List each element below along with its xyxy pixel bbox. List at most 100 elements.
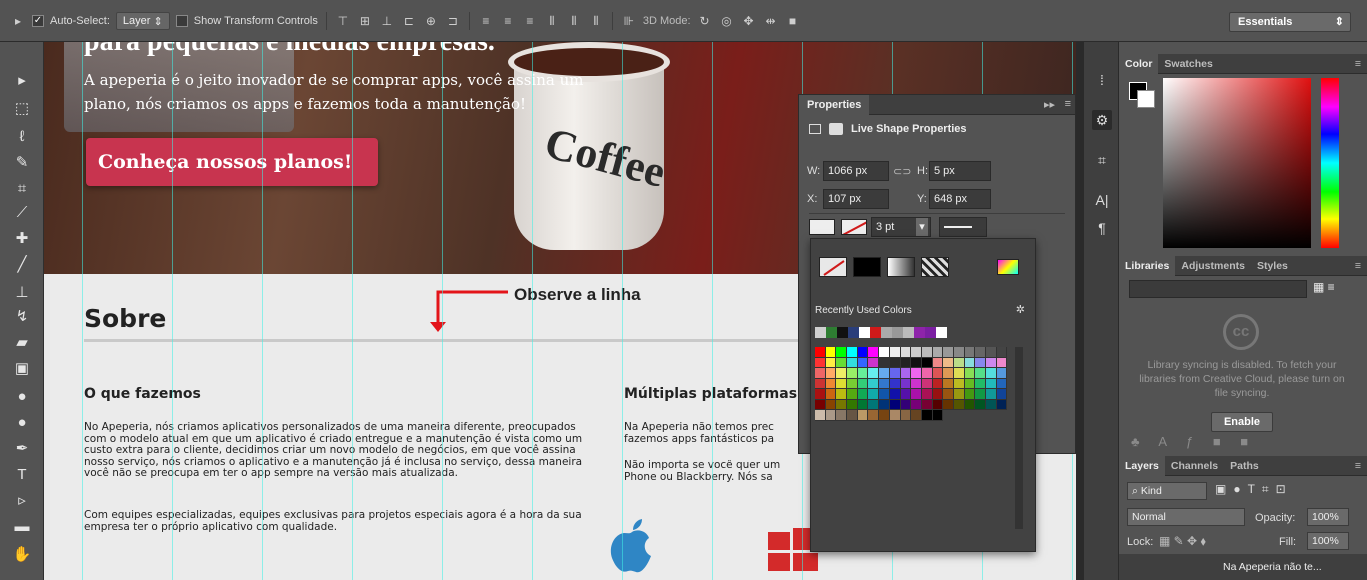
marquee-tool-icon[interactable]: ⬚ xyxy=(10,98,34,120)
stroke-type-dropdown[interactable] xyxy=(939,217,987,237)
color-swatch[interactable] xyxy=(857,357,869,368)
auto-align-icon[interactable]: ⊪ xyxy=(621,14,637,28)
background-color[interactable] xyxy=(1137,90,1155,108)
color-swatch[interactable] xyxy=(889,347,901,358)
color-swatch[interactable] xyxy=(836,399,848,410)
color-swatch[interactable] xyxy=(996,378,1008,389)
color-swatch[interactable] xyxy=(996,399,1008,410)
color-swatch[interactable] xyxy=(889,368,901,379)
color-swatch[interactable] xyxy=(836,410,848,421)
align-left-icon[interactable]: ⊏ xyxy=(401,14,417,28)
color-swatch[interactable] xyxy=(857,378,869,389)
distribute-top-icon[interactable]: ≡ xyxy=(478,14,494,28)
color-swatch[interactable] xyxy=(996,368,1008,379)
color-swatch[interactable] xyxy=(825,399,837,410)
color-swatch[interactable] xyxy=(879,399,890,410)
color-swatch[interactable] xyxy=(815,399,826,410)
hue-slider[interactable] xyxy=(1321,78,1339,248)
distribute-vcenter-icon[interactable]: ≡ xyxy=(500,14,516,28)
recent-swatch[interactable] xyxy=(936,327,947,338)
show-transform-checkbox[interactable] xyxy=(175,15,188,27)
color-swatch[interactable] xyxy=(986,357,997,368)
color-swatch[interactable] xyxy=(847,389,858,400)
color-swatch[interactable] xyxy=(975,357,986,368)
dodge-tool-icon[interactable]: ● xyxy=(10,412,34,434)
color-swatch[interactable] xyxy=(857,347,869,358)
character-icon[interactable]: ⌗ xyxy=(1092,150,1112,170)
color-swatch[interactable] xyxy=(847,378,858,389)
color-swatch[interactable] xyxy=(879,378,890,389)
color-swatch[interactable] xyxy=(911,389,922,400)
color-swatch[interactable] xyxy=(847,357,858,368)
color-swatch[interactable] xyxy=(943,347,954,358)
collapse-icon[interactable]: ▸▸ xyxy=(1044,98,1055,111)
color-swatch[interactable] xyxy=(815,357,826,368)
crop-tool-icon[interactable]: ⌗ xyxy=(10,178,34,200)
color-swatch[interactable] xyxy=(879,410,890,421)
color-swatch[interactable] xyxy=(825,410,837,421)
color-swatch[interactable] xyxy=(932,389,944,400)
color-swatch[interactable] xyxy=(857,410,869,421)
distribute-right-icon[interactable]: ⦀ xyxy=(588,14,604,29)
color-swatch[interactable] xyxy=(996,347,1008,358)
scrollbar[interactable] xyxy=(1015,347,1023,529)
guide-line[interactable] xyxy=(82,42,83,580)
eyedropper-tool-icon[interactable]: ⟋ xyxy=(10,202,34,224)
gradient-tool-icon[interactable]: ▣ xyxy=(10,358,34,380)
no-color-icon[interactable] xyxy=(819,257,847,277)
align-hcenter-icon[interactable]: ⊕ xyxy=(423,14,439,28)
color-swatch[interactable] xyxy=(825,357,837,368)
color-swatch[interactable] xyxy=(825,378,837,389)
color-swatch[interactable] xyxy=(889,410,901,421)
color-field[interactable] xyxy=(1163,78,1311,248)
history-brush-icon[interactable]: ↯ xyxy=(10,306,34,328)
move-tool-icon[interactable]: ▸ xyxy=(10,70,34,92)
color-swatch[interactable] xyxy=(953,357,965,368)
color-swatch[interactable] xyxy=(964,347,976,358)
color-swatch[interactable] xyxy=(921,347,933,358)
color-swatch[interactable] xyxy=(868,378,880,389)
auto-select-dropdown[interactable]: Layer ⇕ xyxy=(115,12,170,30)
color-swatch[interactable] xyxy=(868,347,880,358)
color-swatch[interactable] xyxy=(815,378,826,389)
color-swatch[interactable] xyxy=(953,389,965,400)
properties-tab[interactable]: Properties xyxy=(799,95,870,115)
x-field[interactable]: 107 px xyxy=(823,189,889,209)
color-swatch[interactable] xyxy=(857,399,869,410)
color-swatch[interactable] xyxy=(996,357,1008,368)
color-swatch[interactable] xyxy=(868,410,880,421)
color-swatch[interactable] xyxy=(868,368,880,379)
tab-libraries[interactable]: Libraries xyxy=(1119,255,1176,276)
history-icon[interactable]: ⁞ xyxy=(1092,70,1112,90)
type-panel-icon[interactable]: A| xyxy=(1092,190,1112,210)
guide-line[interactable] xyxy=(172,42,173,580)
recent-swatch[interactable] xyxy=(870,327,881,338)
color-swatch[interactable] xyxy=(911,347,922,358)
auto-select-checkbox[interactable]: ✓ xyxy=(32,15,44,27)
grid-view-icon[interactable]: ▦ ≡ xyxy=(1313,280,1335,294)
color-swatch[interactable] xyxy=(986,368,997,379)
color-swatch[interactable] xyxy=(900,357,912,368)
tab-color[interactable]: Color xyxy=(1119,53,1159,74)
color-swatch[interactable] xyxy=(879,347,890,358)
color-swatch[interactable] xyxy=(986,347,997,358)
recent-swatch[interactable] xyxy=(892,327,903,338)
color-swatch[interactable] xyxy=(932,368,944,379)
3d-roll-icon[interactable]: ◎ xyxy=(719,14,735,28)
recent-swatch[interactable] xyxy=(859,327,870,338)
color-swatch[interactable] xyxy=(921,368,933,379)
layer-filter-icons[interactable]: ▣●T⌗⊡ xyxy=(1215,482,1293,497)
properties-icon[interactable]: ⚙ xyxy=(1092,110,1112,130)
color-swatch[interactable] xyxy=(825,389,837,400)
color-swatch[interactable] xyxy=(943,389,954,400)
panel-menu-icon[interactable]: ≡ xyxy=(1349,456,1367,476)
color-swatch[interactable] xyxy=(911,399,922,410)
color-swatch[interactable] xyxy=(847,368,858,379)
align-right-icon[interactable]: ⊐ xyxy=(445,14,461,28)
color-swatch[interactable] xyxy=(964,357,976,368)
swatch-grid[interactable] xyxy=(815,347,1011,421)
lasso-tool-icon[interactable]: ℓ xyxy=(10,126,34,148)
recent-swatch[interactable] xyxy=(848,327,859,338)
recent-swatch[interactable] xyxy=(837,327,848,338)
color-swatch[interactable] xyxy=(986,378,997,389)
